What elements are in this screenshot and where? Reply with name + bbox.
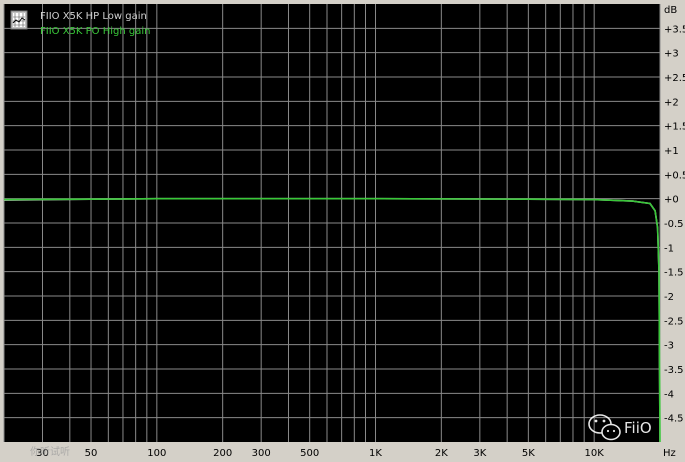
y-tick-label: +3 [664, 49, 679, 60]
y-tick-label: +0.5 [664, 170, 685, 181]
y-tick-label: -1 [664, 243, 674, 254]
y-tick-label: -2.5 [664, 316, 684, 327]
watermark-left-text: 你听试听 [30, 445, 70, 458]
x-tick-label: 3K [473, 448, 486, 459]
x-tick-label: 500 [300, 448, 319, 459]
y-tick-label: +0 [664, 195, 679, 206]
y-tick-label: -2 [664, 292, 674, 303]
y-tick-label: -3 [664, 341, 674, 352]
x-tick-label: 5K [522, 448, 535, 459]
x-tick-label: 200 [213, 448, 232, 459]
y-tick-label: +2 [664, 97, 679, 108]
y-tick-label: -3.5 [664, 365, 684, 376]
y-axis-unit: dB [664, 5, 677, 16]
y-tick-label: -0.5 [664, 219, 684, 230]
response-chart: +3.5 +3 +2.5 +2 +1.5 +1 +0.5 +0 -0.5 -1 -1.5 -2 -2.5… [0, 0, 685, 462]
x-tick-label: 2K [435, 448, 448, 459]
y-tick-label: -4 [664, 389, 674, 400]
legend-entry-high-gain: FIIO X5K PO High gain [40, 26, 150, 37]
graph-icon [10, 10, 28, 30]
x-tick-label: 1K [369, 448, 382, 459]
y-tick-label: -4.5 [664, 414, 684, 425]
y-tick-label: +2.5 [664, 73, 685, 84]
y-tick-label: +3.5 [664, 24, 685, 35]
y-tick-label: -1.5 [664, 268, 684, 279]
x-axis-unit: Hz [663, 448, 676, 459]
x-tick-label: 50 [85, 448, 98, 459]
x-tick-label: 100 [147, 448, 166, 459]
watermark-brand: FiiO [624, 419, 652, 437]
y-tick-label: +1 [664, 146, 679, 157]
x-tick-label: 10K [585, 448, 605, 459]
y-tick-label: +1.5 [664, 122, 685, 133]
x-tick-label: 300 [252, 448, 271, 459]
legend-entry-low-gain: FIIO X5K HP Low gain [40, 11, 147, 22]
